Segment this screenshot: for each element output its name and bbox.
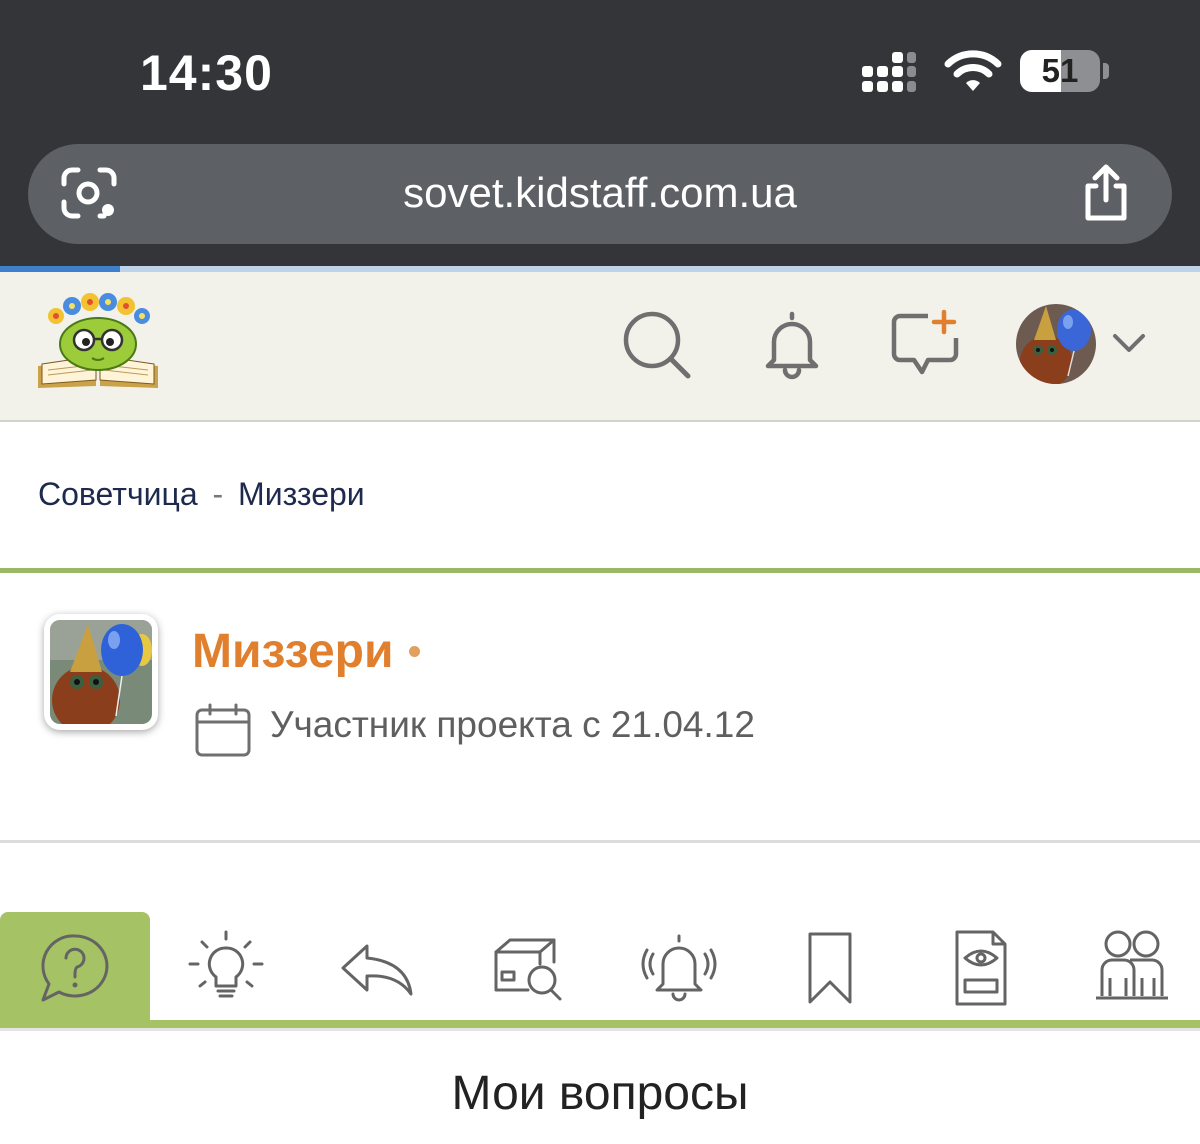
profile-tabs <box>0 912 1200 1024</box>
document-eye-icon <box>955 930 1007 1006</box>
breadcrumb: Советчица - Миззери <box>38 476 365 513</box>
user-avatar[interactable] <box>1016 304 1096 384</box>
url-text[interactable]: sovet.kidstaff.com.ua <box>300 166 900 220</box>
camera-search-icon[interactable] <box>60 166 118 220</box>
ringing-bell-icon <box>641 934 717 1002</box>
breadcrumb-site-link[interactable]: Советчица <box>38 476 198 512</box>
profile-avatar[interactable] <box>44 614 158 730</box>
new-message-icon[interactable] <box>888 308 960 380</box>
battery-level-text: 51 <box>1041 52 1079 89</box>
profile-divider <box>0 840 1200 843</box>
online-status-dot <box>409 646 420 657</box>
breadcrumb-separator: - <box>212 476 224 512</box>
search-icon[interactable] <box>620 308 692 380</box>
tab-replies[interactable] <box>302 912 452 1024</box>
chevron-down-icon[interactable] <box>1110 328 1148 356</box>
section-divider <box>0 568 1200 573</box>
people-icon <box>1096 930 1168 1000</box>
tab-bookmarks[interactable] <box>755 912 905 1024</box>
tabs-underline <box>0 1020 1200 1028</box>
bookmark-icon <box>808 932 852 1004</box>
profile-name[interactable]: Миззери <box>192 624 393 679</box>
battery-icon: 51 <box>1020 50 1110 92</box>
bell-icon[interactable] <box>756 308 828 380</box>
tab-advice[interactable] <box>151 912 301 1024</box>
member-since-text: Участник проекта с 21.04.12 <box>270 704 755 745</box>
box-search-icon <box>494 938 562 1001</box>
tab-friends[interactable] <box>1057 912 1200 1024</box>
calendar-icon <box>195 703 251 757</box>
tab-viewed[interactable] <box>906 912 1056 1024</box>
tab-my-questions[interactable] <box>0 912 150 1024</box>
share-icon[interactable] <box>1080 164 1132 222</box>
kidstaff-sovet-logo[interactable] <box>34 292 162 392</box>
status-time: 14:30 <box>140 45 273 101</box>
section-title: Мои вопросы <box>451 1067 749 1120</box>
breadcrumb-current-page: Миззери <box>238 476 365 512</box>
reply-arrow-icon <box>341 944 413 996</box>
wifi-icon <box>944 50 1002 91</box>
cellular-signal-icon <box>862 52 916 92</box>
tab-subscriptions[interactable] <box>604 912 754 1024</box>
lightbulb-icon <box>188 930 264 998</box>
tab-found-items[interactable] <box>453 912 603 1024</box>
question-bubble-icon <box>41 934 109 1002</box>
